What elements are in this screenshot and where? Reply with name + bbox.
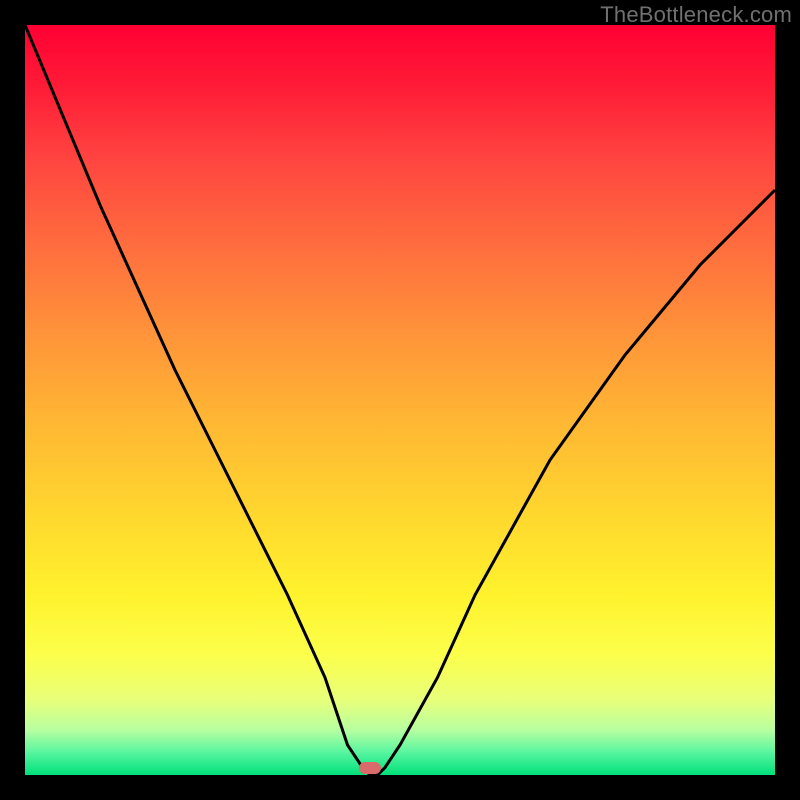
bottleneck-curve [25, 25, 775, 775]
plot-area [25, 25, 775, 775]
curve-path [25, 25, 775, 775]
chart-frame: TheBottleneck.com [0, 0, 800, 800]
optimal-point-marker [359, 762, 381, 774]
